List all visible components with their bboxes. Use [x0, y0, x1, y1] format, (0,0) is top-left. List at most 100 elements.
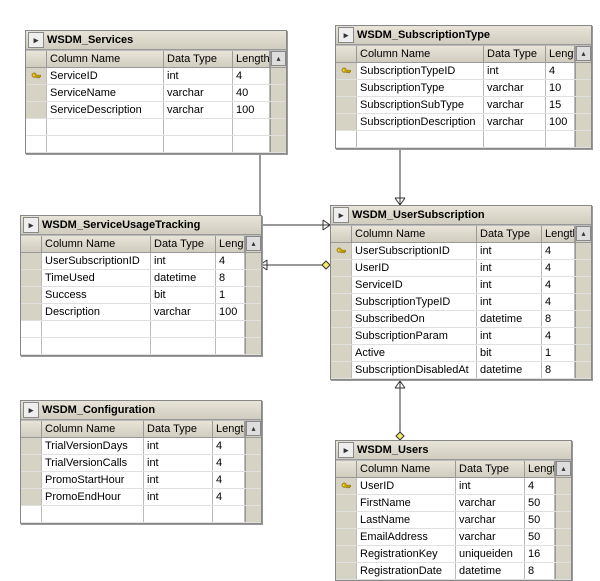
sysmenu-icon[interactable]: ▸ — [338, 27, 354, 43]
table-row[interactable]: TrialVersionCallsint4 — [21, 455, 261, 472]
col-header-len[interactable]: Length — [542, 226, 575, 242]
table-row[interactable] — [21, 506, 261, 523]
scroll-up-icon[interactable]: ▴ — [576, 226, 591, 241]
col-header-type[interactable]: Data Type — [456, 461, 525, 477]
table-row[interactable] — [26, 136, 286, 153]
col-header-type[interactable]: Data Type — [477, 226, 542, 242]
col-header-len[interactable]: Length — [546, 46, 575, 62]
col-header-name[interactable]: Column Name — [42, 421, 144, 437]
table-row[interactable]: UserIDint4 — [331, 260, 591, 277]
table-row[interactable]: SubscriptionTypevarchar10 — [336, 80, 591, 97]
col-name: SubscriptionParam — [352, 328, 477, 344]
table-wsdm-users[interactable]: ▸ WSDM_Users Column Name Data Type Lengt… — [335, 440, 572, 581]
table-wsdm-usersubscription[interactable]: ▸ WSDM_UserSubscription Column Name Data… — [330, 205, 592, 380]
title-bar[interactable]: ▸ WSDM_SubscriptionType — [336, 26, 591, 45]
pk-indicator — [21, 253, 42, 269]
table-wsdm-services[interactable]: ▸ WSDM_Services Column Name Data Type Le… — [25, 30, 287, 154]
col-type: int — [144, 438, 213, 454]
table-row[interactable]: ServiceNamevarchar40 — [26, 85, 286, 102]
col-name: ServiceID — [352, 277, 477, 293]
col-type: int — [144, 455, 213, 471]
sysmenu-icon[interactable]: ▸ — [333, 207, 349, 223]
table-row[interactable]: ServiceIDint4 — [331, 277, 591, 294]
table-row[interactable]: RegistrationDatedatetime8 — [336, 563, 571, 580]
col-name: SubscriptionType — [357, 80, 484, 96]
table-wsdm-subscriptiontype[interactable]: ▸ WSDM_SubscriptionType Column Name Data… — [335, 25, 592, 149]
sysmenu-icon[interactable]: ▸ — [28, 32, 44, 48]
col-name: ServiceName — [47, 85, 164, 101]
table-row[interactable]: SubscriptionTypeIDint4 — [331, 294, 591, 311]
table-row[interactable]: TimeUseddatetime8 — [21, 270, 261, 287]
col-type: datetime — [477, 362, 542, 378]
table-wsdm-serviceusagetracking[interactable]: ▸ WSDM_ServiceUsageTracking Column Name … — [20, 215, 262, 356]
sysmenu-icon[interactable]: ▸ — [23, 402, 39, 418]
col-length: 4 — [542, 243, 575, 259]
grid-header: Column Name Data Type Length ▴ — [26, 51, 286, 68]
title-bar[interactable]: ▸ WSDM_Users — [336, 441, 571, 460]
col-header-type[interactable]: Data Type — [164, 51, 233, 67]
table-row[interactable]: Successbit1 — [21, 287, 261, 304]
table-row[interactable]: UserIDint4 — [336, 478, 571, 495]
table-row[interactable]: TrialVersionDaysint4 — [21, 438, 261, 455]
col-name: SubscriptionTypeID — [357, 63, 484, 79]
col-header-type[interactable]: Data Type — [151, 236, 216, 252]
table-row[interactable]: RegistrationKeyuniqueiden16 — [336, 546, 571, 563]
table-row[interactable] — [21, 321, 261, 338]
table-row[interactable] — [336, 131, 591, 148]
pk-indicator — [21, 472, 42, 488]
col-length: 4 — [233, 68, 270, 84]
table-row[interactable]: SubscribedOndatetime8 — [331, 311, 591, 328]
title-bar[interactable]: ▸ WSDM_Configuration — [21, 401, 261, 420]
sysmenu-icon[interactable]: ▸ — [338, 442, 354, 458]
table-row[interactable]: SubscriptionSubTypevarchar15 — [336, 97, 591, 114]
col-type: varchar — [484, 97, 546, 113]
table-row[interactable]: SubscriptionTypeIDint4 — [336, 63, 591, 80]
sysmenu-icon[interactable]: ▸ — [23, 217, 39, 233]
table-row[interactable]: SubscriptionParamint4 — [331, 328, 591, 345]
col-header-name[interactable]: Column Name — [42, 236, 151, 252]
table-row[interactable]: FirstNamevarchar50 — [336, 495, 571, 512]
col-length: 4 — [542, 277, 575, 293]
table-row[interactable]: Descriptionvarchar100 — [21, 304, 261, 321]
col-type: datetime — [151, 270, 216, 286]
title-bar[interactable]: ▸ WSDM_Services — [26, 31, 286, 50]
table-title: WSDM_Users — [357, 444, 429, 456]
col-length: 4 — [525, 478, 555, 494]
scroll-up-icon[interactable]: ▴ — [271, 51, 286, 66]
table-wsdm-configuration[interactable]: ▸ WSDM_Configuration Column Name Data Ty… — [20, 400, 262, 524]
scroll-up-icon[interactable]: ▴ — [246, 421, 261, 436]
col-header-name[interactable]: Column Name — [352, 226, 477, 242]
col-length: 4 — [542, 328, 575, 344]
col-header-len[interactable]: Length — [213, 421, 245, 437]
table-row[interactable]: UserSubscriptionIDint4 — [331, 243, 591, 260]
col-header-name[interactable]: Column Name — [47, 51, 164, 67]
col-length: 8 — [542, 362, 575, 378]
table-row[interactable]: UserSubscriptionIDint4 — [21, 253, 261, 270]
table-row[interactable]: ServiceIDint4 — [26, 68, 286, 85]
title-bar[interactable]: ▸ WSDM_UserSubscription — [331, 206, 591, 225]
pk-indicator — [331, 277, 352, 293]
table-row[interactable]: PromoStartHourint4 — [21, 472, 261, 489]
col-header-name[interactable]: Column Name — [357, 461, 456, 477]
scroll-up-icon[interactable]: ▴ — [576, 46, 591, 61]
table-row[interactable]: SubscriptionDescriptionvarchar100 — [336, 114, 591, 131]
scroll-up-icon[interactable]: ▴ — [246, 236, 261, 251]
title-bar[interactable]: ▸ WSDM_ServiceUsageTracking — [21, 216, 261, 235]
col-header-len[interactable]: Length — [525, 461, 555, 477]
grid-body: SubscriptionTypeIDint4SubscriptionTypeva… — [336, 63, 591, 148]
col-header-len[interactable]: Length — [216, 236, 245, 252]
table-row[interactable]: LastNamevarchar50 — [336, 512, 571, 529]
table-row[interactable]: ServiceDescriptionvarchar100 — [26, 102, 286, 119]
table-row[interactable]: SubscriptionDisabledAtdatetime8 — [331, 362, 591, 379]
table-row[interactable]: Activebit1 — [331, 345, 591, 362]
table-row[interactable] — [26, 119, 286, 136]
table-row[interactable] — [21, 338, 261, 355]
col-header-len[interactable]: Length — [233, 51, 270, 67]
col-header-type[interactable]: Data Type — [144, 421, 213, 437]
table-row[interactable]: PromoEndHourint4 — [21, 489, 261, 506]
scroll-up-icon[interactable]: ▴ — [556, 461, 571, 476]
col-header-name[interactable]: Column Name — [357, 46, 484, 62]
table-row[interactable]: EmailAddressvarchar50 — [336, 529, 571, 546]
col-header-type[interactable]: Data Type — [484, 46, 546, 62]
pk-indicator — [336, 97, 357, 113]
